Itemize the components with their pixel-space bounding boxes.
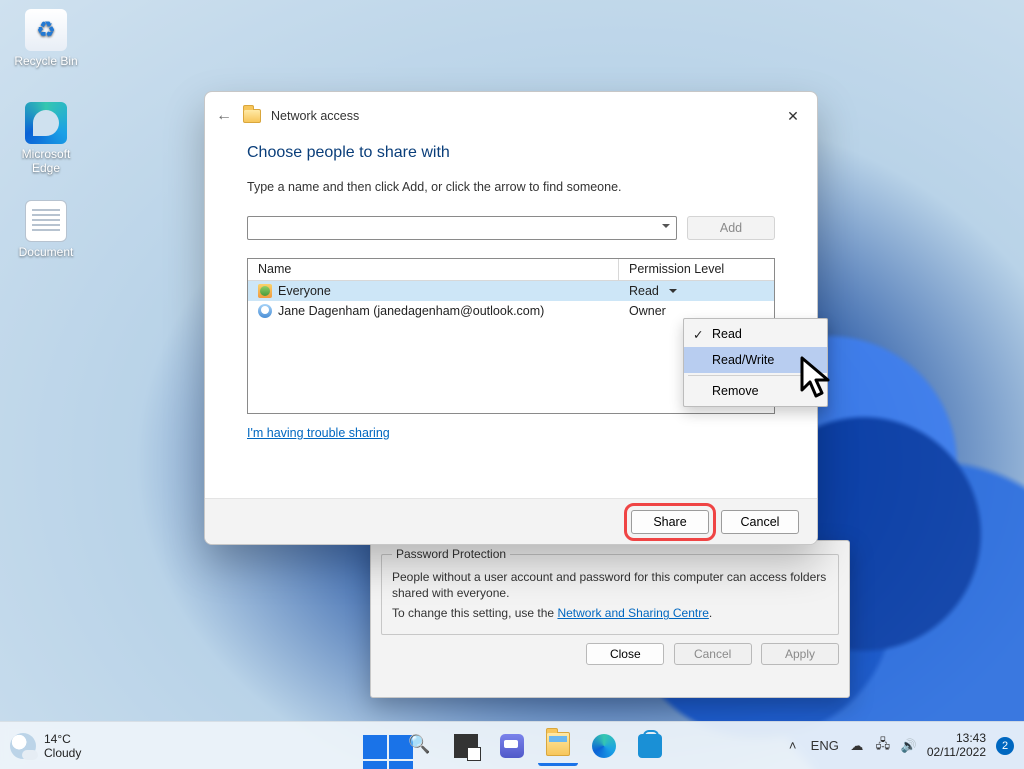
weather-temp: 14°C: [44, 732, 81, 746]
taskbar-weather[interactable]: 14°C Cloudy: [10, 732, 81, 760]
store-icon: [638, 734, 662, 758]
window-title: Network access: [271, 109, 359, 123]
desktop-icon-edge[interactable]: Microsoft Edge: [9, 102, 83, 175]
row-name: Everyone: [278, 284, 331, 298]
clock-time: 13:43: [927, 732, 986, 746]
close-icon[interactable]: ✕: [779, 102, 807, 130]
column-header-name[interactable]: Name: [248, 259, 619, 281]
password-protection-text-2: To change this setting, use the Network …: [392, 605, 828, 621]
weather-icon: [10, 733, 36, 759]
chat-icon: [500, 734, 524, 758]
dialog-heading: Choose people to share with: [247, 144, 775, 162]
permission-value: Read: [629, 284, 659, 298]
chat-button[interactable]: [492, 726, 532, 766]
dialog-subtext: Type a name and then click Add, or click…: [247, 180, 775, 194]
group-title: Password Protection: [392, 547, 510, 561]
task-view-icon: [454, 734, 478, 758]
table-row[interactable]: Everyone Read: [248, 281, 774, 301]
taskbar: 14°C Cloudy 🔍 ˄ ENG ☁ 🖧 🔊 13:43 02/11/20…: [0, 721, 1024, 769]
document-icon: [25, 200, 67, 242]
start-button[interactable]: [354, 726, 394, 766]
clock-date: 02/11/2022: [927, 746, 986, 760]
share-button[interactable]: Share: [631, 510, 709, 534]
store-button[interactable]: [630, 726, 670, 766]
file-explorer-button[interactable]: [538, 726, 578, 766]
edge-button[interactable]: [584, 726, 624, 766]
permission-dropdown[interactable]: Read: [619, 283, 774, 299]
desktop-icon-document[interactable]: Document: [9, 200, 83, 259]
cancel-button: Cancel: [674, 643, 752, 665]
folder-icon: [243, 109, 261, 123]
permission-context-menu: Read Read/Write Remove: [683, 318, 828, 407]
row-name: Jane Dagenham (janedagenham@outlook.com): [278, 304, 544, 318]
trouble-sharing-link[interactable]: I'm having trouble sharing: [247, 426, 390, 440]
text: .: [709, 606, 712, 620]
text: To change this setting, use the: [392, 606, 557, 620]
cancel-button[interactable]: Cancel: [721, 510, 799, 534]
tray-language[interactable]: ENG: [811, 738, 839, 754]
properties-dialog: Password Protection People without a use…: [370, 540, 850, 698]
search-icon: 🔍: [408, 734, 432, 758]
weather-desc: Cloudy: [44, 746, 81, 760]
search-button[interactable]: 🔍: [400, 726, 440, 766]
apply-button: Apply: [761, 643, 839, 665]
desktop-icon-label: Document: [9, 245, 83, 259]
desktop-icon-label: Microsoft Edge: [9, 147, 83, 175]
permission-value-cell: Owner: [619, 303, 774, 319]
notification-badge[interactable]: 2: [996, 737, 1014, 755]
menu-separator: [688, 375, 823, 376]
password-protection-text-1: People without a user account and passwo…: [392, 569, 828, 601]
close-button[interactable]: Close: [586, 643, 664, 665]
menu-item-remove[interactable]: Remove: [684, 378, 827, 404]
menu-item-read[interactable]: Read: [684, 321, 827, 347]
column-header-permission[interactable]: Permission Level: [619, 259, 774, 281]
windows-icon: [363, 735, 385, 757]
desktop-icon-label: Recycle Bin: [9, 54, 83, 68]
network-sharing-centre-link[interactable]: Network and Sharing Centre: [557, 606, 708, 620]
add-button: Add: [687, 216, 775, 240]
group-icon: [258, 284, 272, 298]
tray-chevron[interactable]: ˄: [785, 738, 801, 754]
tray-network-icon[interactable]: 🖧: [875, 738, 891, 754]
user-icon: [258, 304, 272, 318]
file-explorer-icon: [546, 732, 570, 756]
tray-volume-icon[interactable]: 🔊: [901, 738, 917, 754]
permission-value: Owner: [629, 304, 666, 318]
desktop-icon-recycle-bin[interactable]: Recycle Bin: [9, 9, 83, 68]
task-view-button[interactable]: [446, 726, 486, 766]
tray-onedrive-icon[interactable]: ☁: [849, 738, 865, 754]
dialog-header: ← Network access ✕: [205, 92, 817, 140]
edge-icon: [592, 734, 616, 758]
edge-icon: [25, 102, 67, 144]
recycle-bin-icon: [25, 9, 67, 51]
password-protection-group: Password Protection People without a use…: [381, 547, 839, 635]
people-combobox[interactable]: [247, 216, 677, 240]
back-button[interactable]: ←: [215, 107, 233, 125]
taskbar-clock[interactable]: 13:43 02/11/2022: [927, 732, 986, 760]
menu-item-read-write[interactable]: Read/Write: [684, 347, 827, 373]
